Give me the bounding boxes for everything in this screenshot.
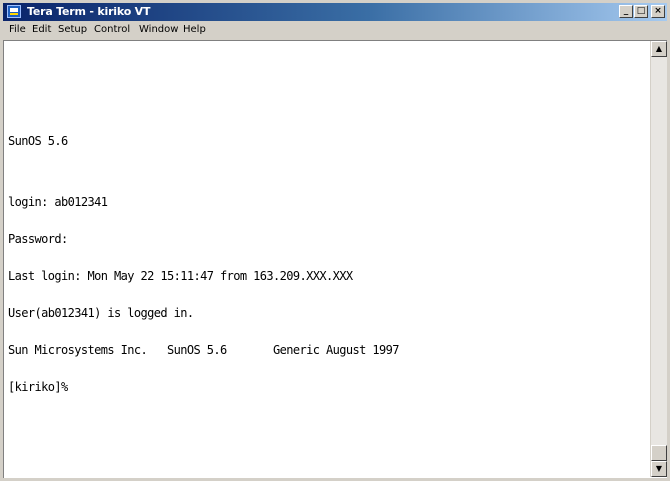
menu-bar: File Edit Setup Control Window Help xyxy=(3,22,667,39)
scrollbar-thumb[interactable] xyxy=(651,445,667,461)
close-button[interactable]: × xyxy=(651,5,665,18)
terminal-area[interactable]: SunOS 5.6 login: ab012341 Password: Last… xyxy=(3,40,667,478)
window-title: Tera Term - kiriko VT xyxy=(27,5,151,18)
menu-window[interactable]: Window xyxy=(139,24,178,35)
vertical-scrollbar[interactable]: ▲ ▼ xyxy=(650,41,667,477)
menu-file[interactable]: File xyxy=(9,24,26,35)
terminal-line: login: ab012341 xyxy=(8,195,108,210)
scroll-down-arrow-icon[interactable]: ▼ xyxy=(651,461,667,477)
menu-setup[interactable]: Setup xyxy=(58,24,87,35)
terminal-line: SunOS 5.6 xyxy=(8,133,68,148)
tera-term-app-icon[interactable] xyxy=(7,5,21,18)
scroll-up-arrow-icon[interactable]: ▲ xyxy=(651,41,667,57)
minimize-button[interactable]: _ xyxy=(619,5,633,18)
menu-edit[interactable]: Edit xyxy=(32,24,51,35)
menu-help[interactable]: Help xyxy=(183,24,206,35)
terminal-line: Last login: Mon May 22 15:11:47 from 163… xyxy=(8,269,353,284)
terminal-line: Password: xyxy=(8,232,68,247)
title-bar[interactable]: Tera Term - kiriko VT _ □ × xyxy=(3,3,667,21)
menu-control[interactable]: Control xyxy=(94,24,130,35)
terminal-output: SunOS 5.6 login: ab012341 Password: Last… xyxy=(8,61,644,418)
maximize-button[interactable]: □ xyxy=(634,5,648,18)
tera-term-window: Tera Term - kiriko VT _ □ × File Edit Se… xyxy=(0,0,670,481)
terminal-line: Sun Microsystems Inc. SunOS 5.6 Generic … xyxy=(8,342,399,357)
terminal-line: [kiriko]% xyxy=(8,379,68,394)
terminal-line: User(ab012341) is logged in. xyxy=(8,305,194,320)
